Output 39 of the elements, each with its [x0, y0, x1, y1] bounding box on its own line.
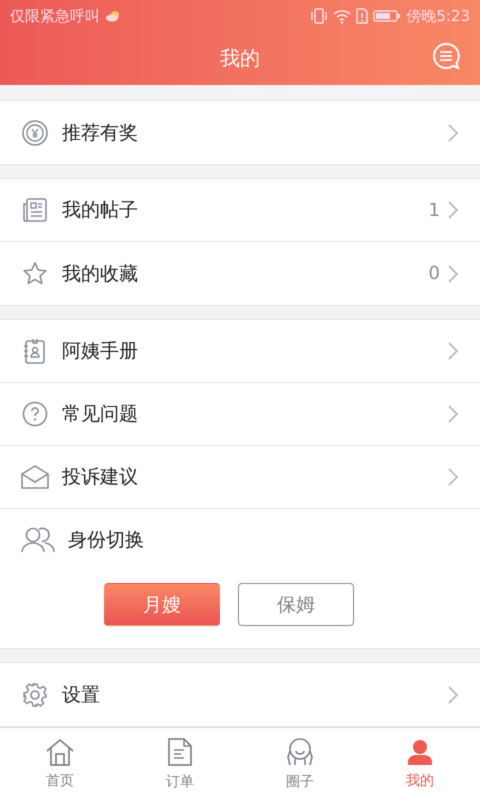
chevron-icon: [448, 468, 458, 486]
tab-item[interactable]: 圈子: [240, 728, 360, 800]
people-icon: [21, 526, 55, 554]
menu-item[interactable]: 我的帖子 1: [0, 179, 480, 242]
gear-icon: [22, 682, 48, 708]
clock-text: 傍晚5:23: [406, 6, 470, 26]
menu-item[interactable]: 推荐有奖: [0, 101, 480, 164]
switch-label: 身份切换: [68, 528, 144, 553]
menu-item[interactable]: 我的收藏 0: [0, 242, 480, 305]
page-title: 我的: [220, 45, 260, 72]
wifi-icon: [333, 8, 352, 24]
house-icon: [45, 738, 75, 766]
chevron-icon: [448, 342, 458, 360]
chevron-icon: [448, 686, 458, 704]
tab-item[interactable]: 首页: [0, 728, 120, 800]
sim-icon: [356, 8, 368, 24]
chevron-icon: [448, 124, 458, 142]
vibrate-icon: [310, 8, 328, 24]
menu-item[interactable]: 常见问题: [0, 383, 480, 446]
chevron-icon: [448, 264, 458, 282]
carrier-text: 仅限紧急呼叫: [10, 6, 100, 26]
chevron-icon: [448, 201, 458, 219]
badge-icon: [22, 338, 48, 364]
menu-item[interactable]: 投诉建议: [0, 446, 480, 509]
person-icon: [406, 738, 434, 766]
menu-item[interactable]: 设置: [0, 663, 480, 726]
envelope-icon: [20, 464, 50, 490]
message-icon[interactable]: [432, 42, 460, 70]
weather-icon: [105, 10, 121, 22]
star-icon: [22, 260, 48, 286]
role-button[interactable]: 保姆: [238, 583, 354, 626]
coin-icon: [22, 120, 48, 146]
menu-item[interactable]: 阿姨手册: [0, 320, 480, 383]
question-icon: [22, 401, 48, 427]
battery-icon: [373, 9, 402, 23]
document-icon: [166, 737, 194, 767]
tab-item[interactable]: 订单: [120, 728, 240, 800]
chevron-icon: [448, 405, 458, 423]
newspaper-icon: [22, 197, 48, 223]
